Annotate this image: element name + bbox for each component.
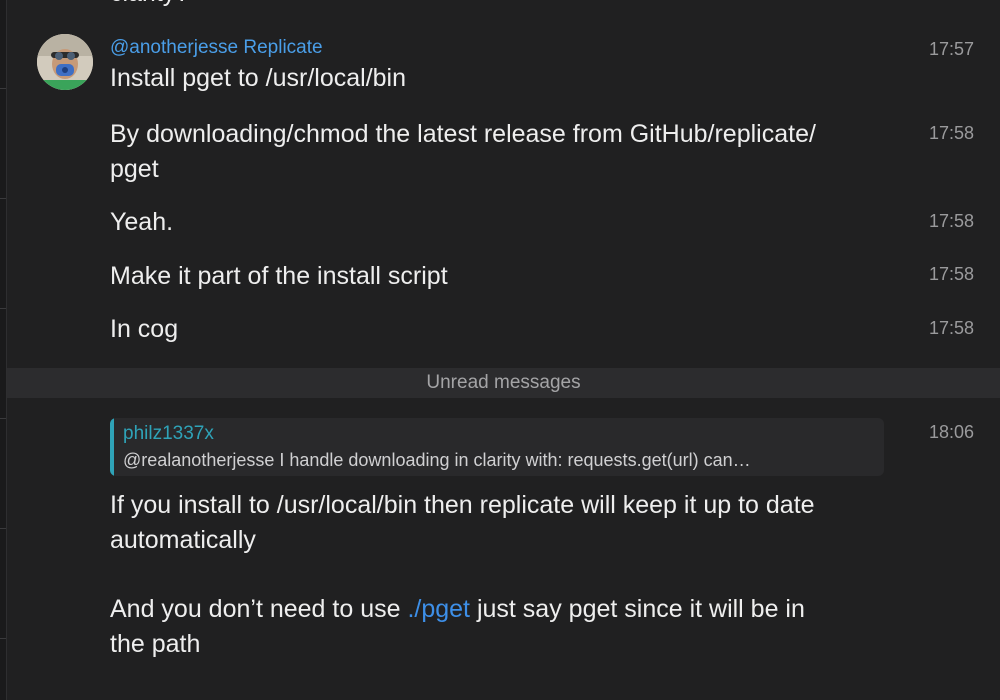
pget-link[interactable]: ./pget — [407, 595, 470, 623]
message-text[interactable]: Yeah. — [110, 205, 173, 240]
message-timestamp: 17:58 — [928, 264, 974, 284]
message-text[interactable]: In cog — [110, 312, 178, 347]
message-text[interactable]: And you don’t need to use ./pget just sa… — [110, 592, 805, 627]
message-text-segment: And you don’t need to use — [110, 595, 408, 623]
message-timestamp: 17:58 — [928, 211, 974, 231]
message-text-segment: just say pget since it will be in — [470, 595, 805, 623]
message-timestamp: 17:58 — [928, 318, 974, 338]
sender-name[interactable]: @anotherjesse Replicate — [110, 37, 323, 59]
reply-quote[interactable]: philz1337x @realanotherjesse I handle do… — [110, 418, 884, 476]
message-timestamp: 17:58 — [928, 123, 974, 143]
reply-quote-text[interactable]: @realanotherjesse I handle downloading i… — [123, 450, 875, 471]
left-rail — [0, 0, 7, 700]
message-timestamp: 18:06 — [928, 422, 974, 442]
rail-divider — [0, 638, 6, 639]
message-text[interactable]: pget — [110, 152, 159, 187]
reply-quote-author[interactable]: philz1337x — [123, 423, 214, 445]
rail-divider — [0, 198, 6, 199]
previous-message-text[interactable]: clarity? — [110, 0, 189, 8]
message-text[interactable]: the path — [110, 627, 200, 662]
message-timestamp: 17:57 — [928, 39, 974, 59]
chat-transcript[interactable]: clarity? @anotherjesse Replicate Install… — [7, 0, 1000, 700]
rail-divider — [0, 528, 6, 529]
rail-divider — [0, 418, 6, 419]
rail-divider — [0, 308, 6, 309]
avatar-photo-icon — [37, 34, 93, 90]
message-text[interactable]: automatically — [110, 523, 256, 558]
unread-messages-divider: Unread messages — [7, 368, 1000, 398]
message-text[interactable]: Make it part of the install script — [110, 259, 448, 294]
reply-quote-accent — [110, 418, 114, 476]
message-text[interactable]: Install pget to /usr/local/bin — [110, 61, 406, 96]
message-text[interactable]: By downloading/chmod the latest release … — [110, 117, 816, 152]
message-text[interactable]: If you install to /usr/local/bin then re… — [110, 488, 815, 523]
user-avatar[interactable] — [37, 34, 93, 90]
rail-divider — [0, 88, 6, 89]
